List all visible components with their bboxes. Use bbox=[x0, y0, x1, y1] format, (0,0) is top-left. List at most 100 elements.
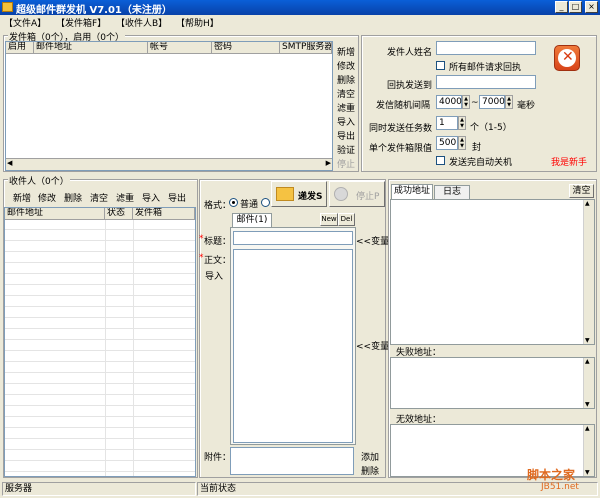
recipients-table[interactable]: 邮件地址 状态 发件箱 bbox=[4, 207, 196, 477]
insert-variable-body[interactable]: <<变量 bbox=[356, 339, 389, 352]
send-button[interactable]: 递发S bbox=[271, 181, 327, 207]
limit-spinner[interactable]: ▲ ▼ bbox=[458, 136, 466, 150]
subject-input[interactable] bbox=[233, 231, 353, 245]
newbie-link[interactable]: 我是新手 bbox=[551, 155, 587, 168]
maximize-button[interactable]: □ bbox=[569, 1, 582, 13]
limit-input[interactable]: 500 bbox=[436, 136, 458, 150]
format-html-radio[interactable] bbox=[261, 198, 270, 207]
recipient-clear-button[interactable]: 清空 bbox=[90, 191, 108, 204]
menu-file[interactable]: 【文件A】 bbox=[4, 16, 46, 29]
tab-log[interactable]: 日志 bbox=[434, 185, 470, 199]
tasks-spinner[interactable]: ▲ ▼ bbox=[458, 116, 466, 130]
status-bar: 服务器 当前状态 bbox=[0, 480, 600, 498]
sender-export-button[interactable]: 导出 bbox=[337, 129, 355, 142]
new-mail-button[interactable]: New bbox=[320, 213, 338, 226]
scroll-down-icon[interactable]: ▼ bbox=[585, 337, 590, 344]
limit-label: 单个发件箱限值 bbox=[369, 144, 433, 154]
reply-to-label: 回执发送到 bbox=[387, 81, 433, 91]
col-smtp[interactable]: SMTP服务器 bbox=[280, 42, 332, 54]
tasks-input[interactable]: 1 bbox=[436, 116, 458, 130]
app-envelope-icon bbox=[2, 2, 13, 12]
col-recipient-status[interactable]: 状态 bbox=[105, 208, 133, 220]
subject-label: 标题： bbox=[204, 237, 232, 247]
col-email[interactable]: 邮件地址 bbox=[34, 42, 148, 54]
scroll-down-icon[interactable]: ▼ bbox=[585, 469, 590, 476]
recipient-delete-button[interactable]: 删除 bbox=[64, 191, 82, 204]
sender-verify-button[interactable]: 验证 bbox=[337, 143, 355, 156]
close-app-button[interactable]: ✕ bbox=[554, 45, 580, 71]
sender-add-button[interactable]: 新增 bbox=[337, 45, 355, 58]
status-server: 服务器 bbox=[2, 482, 196, 496]
sender-stop-button[interactable]: 停止 bbox=[337, 157, 355, 170]
all-receipt-checkbox[interactable] bbox=[436, 61, 445, 70]
insert-variable-subject[interactable]: <<变量 bbox=[356, 234, 389, 247]
menu-recipients[interactable]: 【收件人B】 bbox=[116, 16, 167, 29]
interval-max-input[interactable]: 7000 bbox=[479, 95, 505, 109]
body-textarea[interactable] bbox=[233, 249, 353, 443]
sender-clear-button[interactable]: 清空 bbox=[337, 87, 355, 100]
success-vscrollbar[interactable]: ▲ ▼ bbox=[583, 200, 594, 344]
interval-min-input[interactable]: 4000 bbox=[436, 95, 462, 109]
interval-unit: 毫秒 bbox=[517, 101, 536, 111]
subject-required-mark: * bbox=[199, 234, 204, 244]
attachment-label: 附件： bbox=[204, 453, 232, 463]
interval-min-spinner[interactable]: ▲ ▼ bbox=[462, 95, 470, 109]
sender-import-button[interactable]: 导入 bbox=[337, 115, 355, 128]
col-recipient-email[interactable]: 邮件地址 bbox=[5, 208, 105, 220]
sender-name-input[interactable] bbox=[436, 41, 536, 55]
sender-delete-button[interactable]: 删除 bbox=[337, 73, 355, 86]
recipient-add-button[interactable]: 新增 bbox=[13, 191, 31, 204]
sender-edit-button[interactable]: 修改 bbox=[337, 59, 355, 72]
tab-mail-1[interactable]: 邮件(1) bbox=[232, 213, 272, 227]
interval-label: 发信随机间隔 bbox=[376, 101, 431, 111]
menu-bar: 【文件A】 【发件箱F】 【收件人B】 【帮助H】 bbox=[0, 15, 600, 29]
senders-hscrollbar[interactable]: ◀ ▶ bbox=[6, 158, 332, 170]
delete-mail-button[interactable]: Del bbox=[338, 213, 355, 226]
col-password[interactable]: 密码 bbox=[212, 42, 280, 54]
format-normal-radio[interactable] bbox=[229, 198, 238, 207]
col-recipient-sender[interactable]: 发件箱 bbox=[133, 208, 195, 220]
format-label: 格式： bbox=[204, 201, 232, 211]
interval-sep: ~ bbox=[471, 98, 479, 108]
invalid-vscrollbar[interactable]: ▲ ▼ bbox=[583, 425, 594, 476]
reply-to-input[interactable] bbox=[436, 75, 536, 89]
scroll-up-icon[interactable]: ▲ bbox=[585, 358, 590, 365]
col-enabled[interactable]: 启用 bbox=[6, 42, 34, 54]
attachment-delete-button[interactable]: 删除 bbox=[361, 464, 379, 477]
attachment-add-button[interactable]: 添加 bbox=[361, 450, 379, 463]
recipient-dedupe-button[interactable]: 滤重 bbox=[116, 191, 134, 204]
scroll-up-icon[interactable]: ▲ bbox=[585, 425, 590, 432]
stop-icon bbox=[334, 187, 348, 201]
col-account[interactable]: 帐号 bbox=[148, 42, 212, 54]
recipient-import-button[interactable]: 导入 bbox=[142, 191, 160, 204]
all-receipt-label: 所有邮件请求回执 bbox=[449, 63, 522, 73]
interval-max-spinner[interactable]: ▲ ▼ bbox=[505, 95, 513, 109]
window-title: 超级邮件群发机 V7.01（未注册） bbox=[16, 5, 172, 16]
success-list[interactable]: ▲ ▼ bbox=[390, 199, 595, 345]
log-clear-button[interactable]: 清空 bbox=[569, 184, 594, 198]
format-normal-label: 普通 bbox=[240, 200, 259, 210]
sender-name-label: 发件人姓名 bbox=[387, 48, 433, 58]
shutdown-checkbox[interactable] bbox=[436, 156, 445, 165]
failed-vscrollbar[interactable]: ▲ ▼ bbox=[583, 358, 594, 408]
minimize-button[interactable]: _ bbox=[555, 1, 568, 13]
sender-dedupe-button[interactable]: 滤重 bbox=[337, 101, 355, 114]
failed-list[interactable]: ▲ ▼ bbox=[390, 357, 595, 409]
send-envelope-icon bbox=[276, 187, 294, 201]
body-label: 正文： bbox=[204, 256, 232, 266]
menu-senders[interactable]: 【发件箱F】 bbox=[56, 16, 106, 29]
scroll-up-icon[interactable]: ▲ bbox=[585, 200, 590, 207]
menu-help[interactable]: 【帮助H】 bbox=[176, 16, 219, 29]
scroll-left-icon[interactable]: ◀ bbox=[7, 159, 12, 167]
scroll-down-icon[interactable]: ▼ bbox=[585, 401, 590, 408]
senders-table[interactable]: 启用 邮件地址 帐号 密码 SMTP服务器 ◀ ▶ bbox=[5, 41, 333, 171]
attachment-list[interactable] bbox=[230, 447, 354, 475]
stop-button[interactable]: 停止P bbox=[329, 181, 385, 207]
body-import-button[interactable]: 导入 bbox=[205, 269, 223, 282]
recipient-edit-button[interactable]: 修改 bbox=[38, 191, 56, 204]
tab-success-addresses[interactable]: 成功地址 bbox=[391, 184, 433, 199]
recipient-export-button[interactable]: 导出 bbox=[168, 191, 186, 204]
watermark-logo: 脚本之家 bbox=[527, 466, 575, 483]
close-window-button[interactable]: × bbox=[585, 1, 598, 13]
scroll-right-icon[interactable]: ▶ bbox=[326, 159, 331, 167]
